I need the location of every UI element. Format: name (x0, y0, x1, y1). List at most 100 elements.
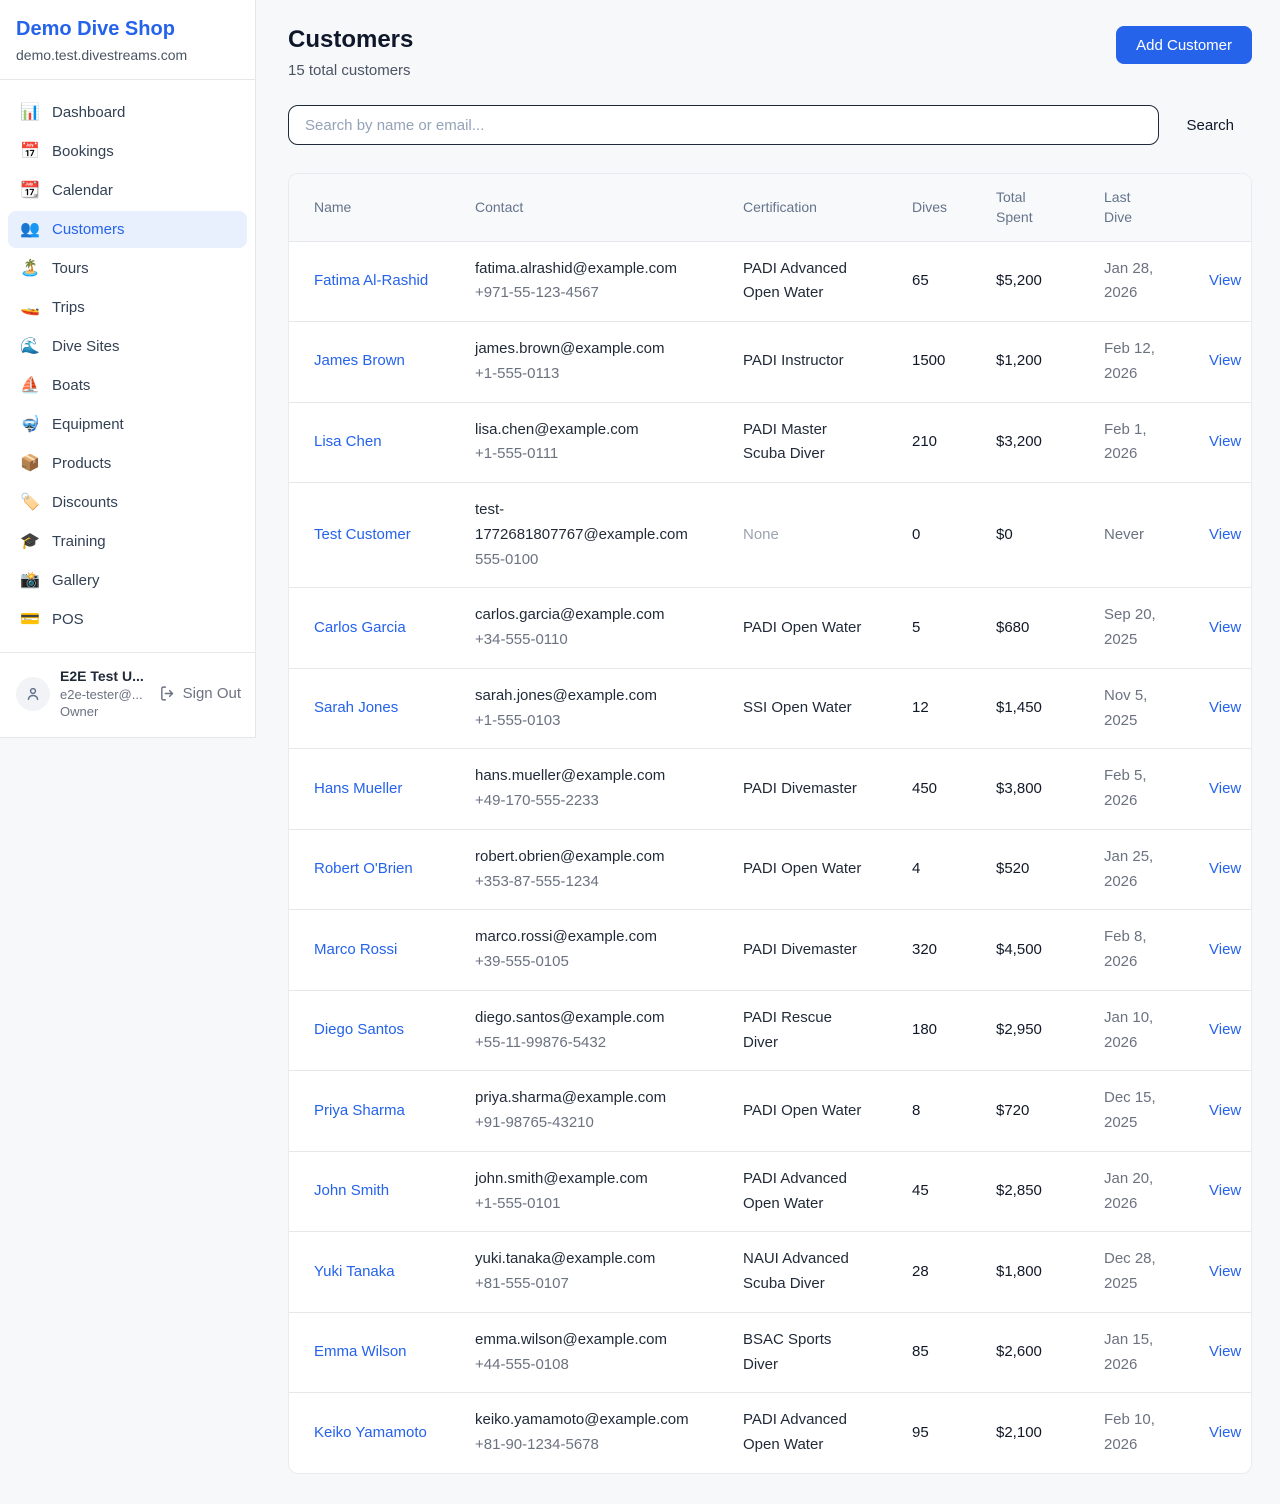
customer-phone: +91-98765-43210 (475, 1111, 711, 1136)
customer-name-link[interactable]: Keiko Yamamoto (314, 1424, 427, 1441)
customer-last-dive: Jan 28, 2026 (1104, 257, 1174, 307)
view-customer-link[interactable]: View (1209, 433, 1241, 450)
view-customer-link[interactable]: View (1209, 272, 1241, 289)
add-customer-button[interactable]: Add Customer (1116, 26, 1252, 64)
column-header-contact: Contact (459, 174, 727, 241)
view-customer-link[interactable]: View (1209, 352, 1241, 369)
table-row: James Brownjames.brown@example.com+1-555… (289, 322, 1251, 403)
customer-contact: carlos.garcia@example.com+34-555-0110 (459, 588, 727, 669)
view-customer-link[interactable]: View (1209, 1263, 1241, 1280)
sidebar-item-products[interactable]: 📦Products (8, 445, 247, 482)
customer-name-link[interactable]: John Smith (314, 1182, 389, 1199)
sidebar-item-discounts[interactable]: 🏷️Discounts (8, 484, 247, 521)
table-row: Fatima Al-Rashidfatima.alrashid@example.… (289, 241, 1251, 322)
customer-phone: +1-555-0111 (475, 442, 711, 467)
customer-name-link[interactable]: Lisa Chen (314, 433, 382, 450)
customer-total-spent: $2,600 (980, 1312, 1088, 1393)
sidebar-item-dive-sites[interactable]: 🌊Dive Sites (8, 328, 247, 365)
sidebar-item-label: Dive Sites (52, 338, 120, 355)
customer-last-dive: Dec 15, 2025 (1104, 1086, 1174, 1136)
customer-contact: john.smith@example.com+1-555-0101 (459, 1151, 727, 1232)
view-customer-link[interactable]: View (1209, 1102, 1241, 1119)
customer-contact: lisa.chen@example.com+1-555-0111 (459, 402, 727, 483)
customer-name-link[interactable]: Marco Rossi (314, 941, 397, 958)
customer-certification: PADI Open Water (743, 857, 861, 882)
customer-contact: sarah.jones@example.com+1-555-0103 (459, 668, 727, 749)
sign-out-button[interactable]: Sign Out (159, 685, 243, 702)
diving-mask-icon: 🤿 (20, 417, 40, 433)
bar-chart-icon: 📊 (20, 105, 40, 121)
customer-last-dive: Jan 25, 2026 (1104, 845, 1174, 895)
customer-email: hans.mueller@example.com (475, 764, 711, 789)
customer-name-link[interactable]: James Brown (314, 352, 405, 369)
customer-total-spent: $520 (980, 829, 1088, 910)
sidebar-item-calendar[interactable]: 📆Calendar (8, 172, 247, 209)
user-icon (24, 685, 42, 703)
page-title: Customers (288, 26, 413, 54)
speedboat-icon: 🚤 (20, 300, 40, 316)
table-row: Carlos Garcia carlos.garcia@example.com+3… (289, 588, 1251, 669)
customer-name-link[interactable]: Yuki Tanaka (314, 1263, 395, 1280)
sidebar-header: Demo Dive Shop demo.test.divestreams.com (0, 0, 255, 80)
table-row: Sarah Jones sarah.jones@example.com+1-555… (289, 668, 1251, 749)
customer-name-link[interactable]: Carlos Garcia (314, 619, 406, 636)
customer-dives: 5 (896, 588, 980, 669)
customer-dives: 210 (896, 402, 980, 483)
customer-last-dive: Jan 15, 2026 (1104, 1328, 1174, 1378)
sidebar-item-label: Bookings (52, 143, 114, 160)
sidebar-item-gallery[interactable]: 📸Gallery (8, 562, 247, 599)
sidebar-item-customers[interactable]: 👥Customers (8, 211, 247, 248)
customer-phone: +49-170-555-2233 (475, 789, 711, 814)
view-customer-link[interactable]: View (1209, 941, 1241, 958)
customer-certification: None (743, 523, 779, 548)
view-customer-link[interactable]: View (1209, 1424, 1241, 1441)
customer-phone: +81-90-1234-5678 (475, 1433, 711, 1458)
customer-dives: 12 (896, 668, 980, 749)
customer-contact: diego.santos@example.com+55-11-99876-543… (459, 990, 727, 1071)
customer-total-spent: $3,200 (980, 402, 1088, 483)
customer-name-link[interactable]: Priya Sharma (314, 1102, 405, 1119)
view-customer-link[interactable]: View (1209, 699, 1241, 716)
customer-email: john.smith@example.com (475, 1167, 711, 1192)
sidebar-item-pos[interactable]: 💳POS (8, 601, 247, 638)
sidebar-item-boats[interactable]: ⛵Boats (8, 367, 247, 404)
table-row: Yuki Tanakayuki.tanaka@example.com+81-55… (289, 1232, 1251, 1313)
search-input[interactable] (288, 105, 1159, 145)
customer-total-spent: $5,200 (980, 241, 1088, 322)
sidebar-item-label: Products (52, 455, 111, 472)
camera-icon: 📸 (20, 573, 40, 589)
customer-name-link[interactable]: Hans Mueller (314, 780, 402, 797)
view-customer-link[interactable]: View (1209, 1182, 1241, 1199)
customer-name-link[interactable]: Diego Santos (314, 1021, 404, 1038)
search-button[interactable]: Search (1186, 117, 1234, 134)
view-customer-link[interactable]: View (1209, 1021, 1241, 1038)
customer-phone: +1-555-0103 (475, 709, 711, 734)
sidebar-item-label: POS (52, 611, 84, 628)
customer-contact: priya.sharma@example.com+91-98765-43210 (459, 1071, 727, 1152)
customer-name-link[interactable]: Robert O'Brien (314, 860, 413, 877)
sidebar-item-trips[interactable]: 🚤Trips (8, 289, 247, 326)
sidebar-item-bookings[interactable]: 📅Bookings (8, 133, 247, 170)
customer-name-link[interactable]: Sarah Jones (314, 699, 398, 716)
view-customer-link[interactable]: View (1209, 619, 1241, 636)
sidebar-item-tours[interactable]: 🏝️Tours (8, 250, 247, 287)
customer-contact: robert.obrien@example.com+353-87-555-123… (459, 829, 727, 910)
customer-certification: PADI Rescue Diver (743, 1006, 867, 1056)
customer-contact: hans.mueller@example.com+49-170-555-2233 (459, 749, 727, 830)
customer-dives: 65 (896, 241, 980, 322)
customer-name-link[interactable]: Fatima Al-Rashid (314, 272, 428, 289)
customer-contact: emma.wilson@example.com+44-555-0108 (459, 1312, 727, 1393)
customer-dives: 320 (896, 910, 980, 991)
customer-last-dive: Sep 20, 2025 (1104, 603, 1174, 653)
column-header-certification: Certification (727, 174, 896, 241)
view-customer-link[interactable]: View (1209, 526, 1241, 543)
customer-total-spent: $720 (980, 1071, 1088, 1152)
view-customer-link[interactable]: View (1209, 780, 1241, 797)
customer-name-link[interactable]: Emma Wilson (314, 1343, 407, 1360)
sidebar-item-dashboard[interactable]: 📊Dashboard (8, 94, 247, 131)
view-customer-link[interactable]: View (1209, 860, 1241, 877)
sidebar-item-equipment[interactable]: 🤿Equipment (8, 406, 247, 443)
view-customer-link[interactable]: View (1209, 1343, 1241, 1360)
sidebar-item-training[interactable]: 🎓Training (8, 523, 247, 560)
customer-name-link[interactable]: Test Customer (314, 526, 411, 543)
